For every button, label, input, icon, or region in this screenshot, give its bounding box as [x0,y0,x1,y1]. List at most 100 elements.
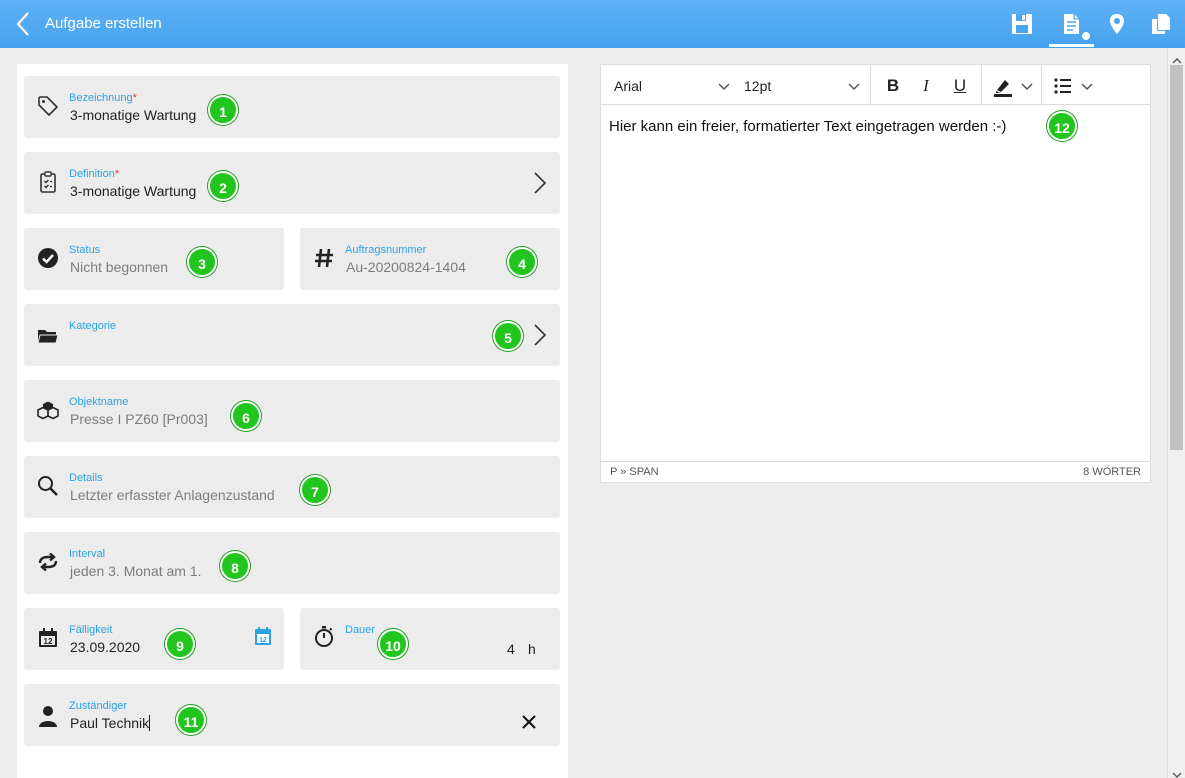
font-family-select[interactable]: Arial [614,65,732,105]
definition-field[interactable]: Definition* 3-monatige Wartung 2 [24,152,560,214]
calendar-picker-icon[interactable]: 12 [254,626,272,646]
highlight-dropdown[interactable] [1021,65,1035,105]
annotation-badge: 1 [208,95,238,125]
word-count: 8 WÖRTER [1083,466,1141,478]
field-label: Zuständiger [69,700,128,712]
annotation-badge: 3 [187,247,217,277]
field-value: jeden 3. Monat am 1. [70,563,202,579]
auftragsnummer-field[interactable]: Auftragsnummer Au-20200824-1404 4 [300,228,560,290]
rich-text-editor: Arial 12pt B I U Hier kann ein freier, f… [600,64,1151,483]
vertical-scrollbar[interactable] [1167,48,1185,778]
text-caret [149,715,151,731]
field-label: Status [69,244,101,256]
toolbar-divider [1041,65,1042,105]
field-label: Kategorie [69,320,117,332]
task-form-panel: Bezeichnung* 3-monatige Wartung 1 Defini… [17,64,568,778]
font-size-select[interactable]: 12pt [744,65,862,105]
scroll-up-icon[interactable] [1172,52,1182,64]
field-value: Letzter erfasster Anlagenzustand [70,487,275,503]
scroll-down-icon[interactable] [1172,766,1182,778]
save-icon[interactable] [1008,10,1036,38]
back-icon[interactable] [14,11,34,37]
list-dropdown[interactable] [1081,65,1095,105]
field-value: 23.09.2020 [70,639,141,655]
annotation-badge: 11 [176,705,206,735]
svg-text:12: 12 [259,637,267,644]
annotation-badge: 10 [378,629,408,659]
field-label: Dauer [345,624,375,636]
annotation-badge: 9 [165,629,195,659]
app-header: Aufgabe erstellen [0,0,1185,48]
editor-statusbar: P » SPAN 8 WÖRTER [601,461,1150,482]
duration-unit: h [528,641,536,657]
check-circle-icon [36,246,60,270]
annotation-badge: 4 [507,247,537,277]
folder-icon [36,324,60,348]
field-value: Nicht begonnen [70,259,169,275]
clipboard-check-icon [36,170,60,194]
field-label: Interval [69,548,106,560]
field-value: 3-monatige Wartung [70,107,197,123]
field-label: Details [69,472,103,484]
hash-icon [312,246,336,270]
field-label: Definition* [69,168,120,180]
chevron-down-icon [718,79,730,91]
bold-button[interactable]: B [881,74,905,98]
kategorie-field[interactable]: Kategorie 5 [24,304,560,366]
chevron-down-icon [848,79,860,91]
font-family-value: Arial [614,78,643,94]
field-value: Au-20200824-1404 [346,259,466,275]
svg-text:12: 12 [44,637,53,646]
element-path[interactable]: P » SPAN [610,466,659,478]
toolbar-divider [981,65,982,105]
notification-dot [1081,31,1091,41]
assignee-input[interactable]: Paul Technik [70,715,151,731]
cubes-icon [36,398,60,422]
font-size-value: 12pt [744,78,772,94]
annotation-badge: 5 [493,321,523,351]
underline-button[interactable]: U [948,74,972,98]
calendar-icon: 12 [36,626,60,650]
field-value: Presse I PZ60 [Pr003] [70,411,208,427]
location-pin-icon[interactable] [1103,10,1131,38]
details-field[interactable]: Details Letzter erfasster Anlagenzustand… [24,456,560,518]
status-field[interactable]: Status Nicht begonnen 3 [24,228,284,290]
scrollbar-thumb[interactable] [1170,65,1183,450]
zustaendiger-field[interactable]: Zuständiger Paul Technik 11 [24,684,560,746]
field-label: Auftragsnummer [345,244,427,256]
chevron-down-icon [1021,79,1033,91]
clear-icon[interactable] [520,713,538,731]
bullet-list-icon[interactable] [1051,74,1075,98]
duration-value[interactable]: 4 [507,641,515,657]
field-label: Bezeichnung* [69,92,137,104]
toolbar-divider [870,65,871,105]
field-label: Fälligkeit [69,624,113,636]
field-label: Objektname [69,396,129,408]
annotation-badge: 12 [1047,111,1077,141]
search-icon [36,474,60,498]
active-tab-indicator [1049,44,1094,47]
tag-icon [36,94,60,118]
chevron-right-icon[interactable] [532,170,548,196]
bezeichnung-field[interactable]: Bezeichnung* 3-monatige Wartung 1 [24,76,560,138]
faelligkeit-field[interactable]: 12 Fälligkeit 23.09.2020 9 12 [24,608,284,670]
chevron-down-icon [1081,79,1093,91]
dauer-field[interactable]: Dauer 10 4 h [300,608,560,670]
chevron-right-icon[interactable] [532,322,548,348]
editor-content[interactable]: Hier kann ein freier, formatierter Text … [609,118,1006,135]
page-title: Aufgabe erstellen [45,15,162,32]
highlight-color-icon[interactable] [991,74,1015,98]
repeat-icon [36,550,60,574]
person-icon [36,704,60,728]
stopwatch-icon [312,624,336,648]
interval-field[interactable]: Interval jeden 3. Monat am 1. 8 [24,532,560,594]
italic-button[interactable]: I [914,74,938,98]
annotation-badge: 6 [231,401,261,431]
editor-toolbar: Arial 12pt B I U [601,65,1150,105]
copy-icon[interactable] [1147,10,1175,38]
objektname-field[interactable]: Objektname Presse I PZ60 [Pr003] 6 [24,380,560,442]
annotation-badge: 2 [208,171,238,201]
field-value: 3-monatige Wartung [70,183,197,199]
annotation-badge: 7 [300,475,330,505]
annotation-badge: 8 [220,551,250,581]
